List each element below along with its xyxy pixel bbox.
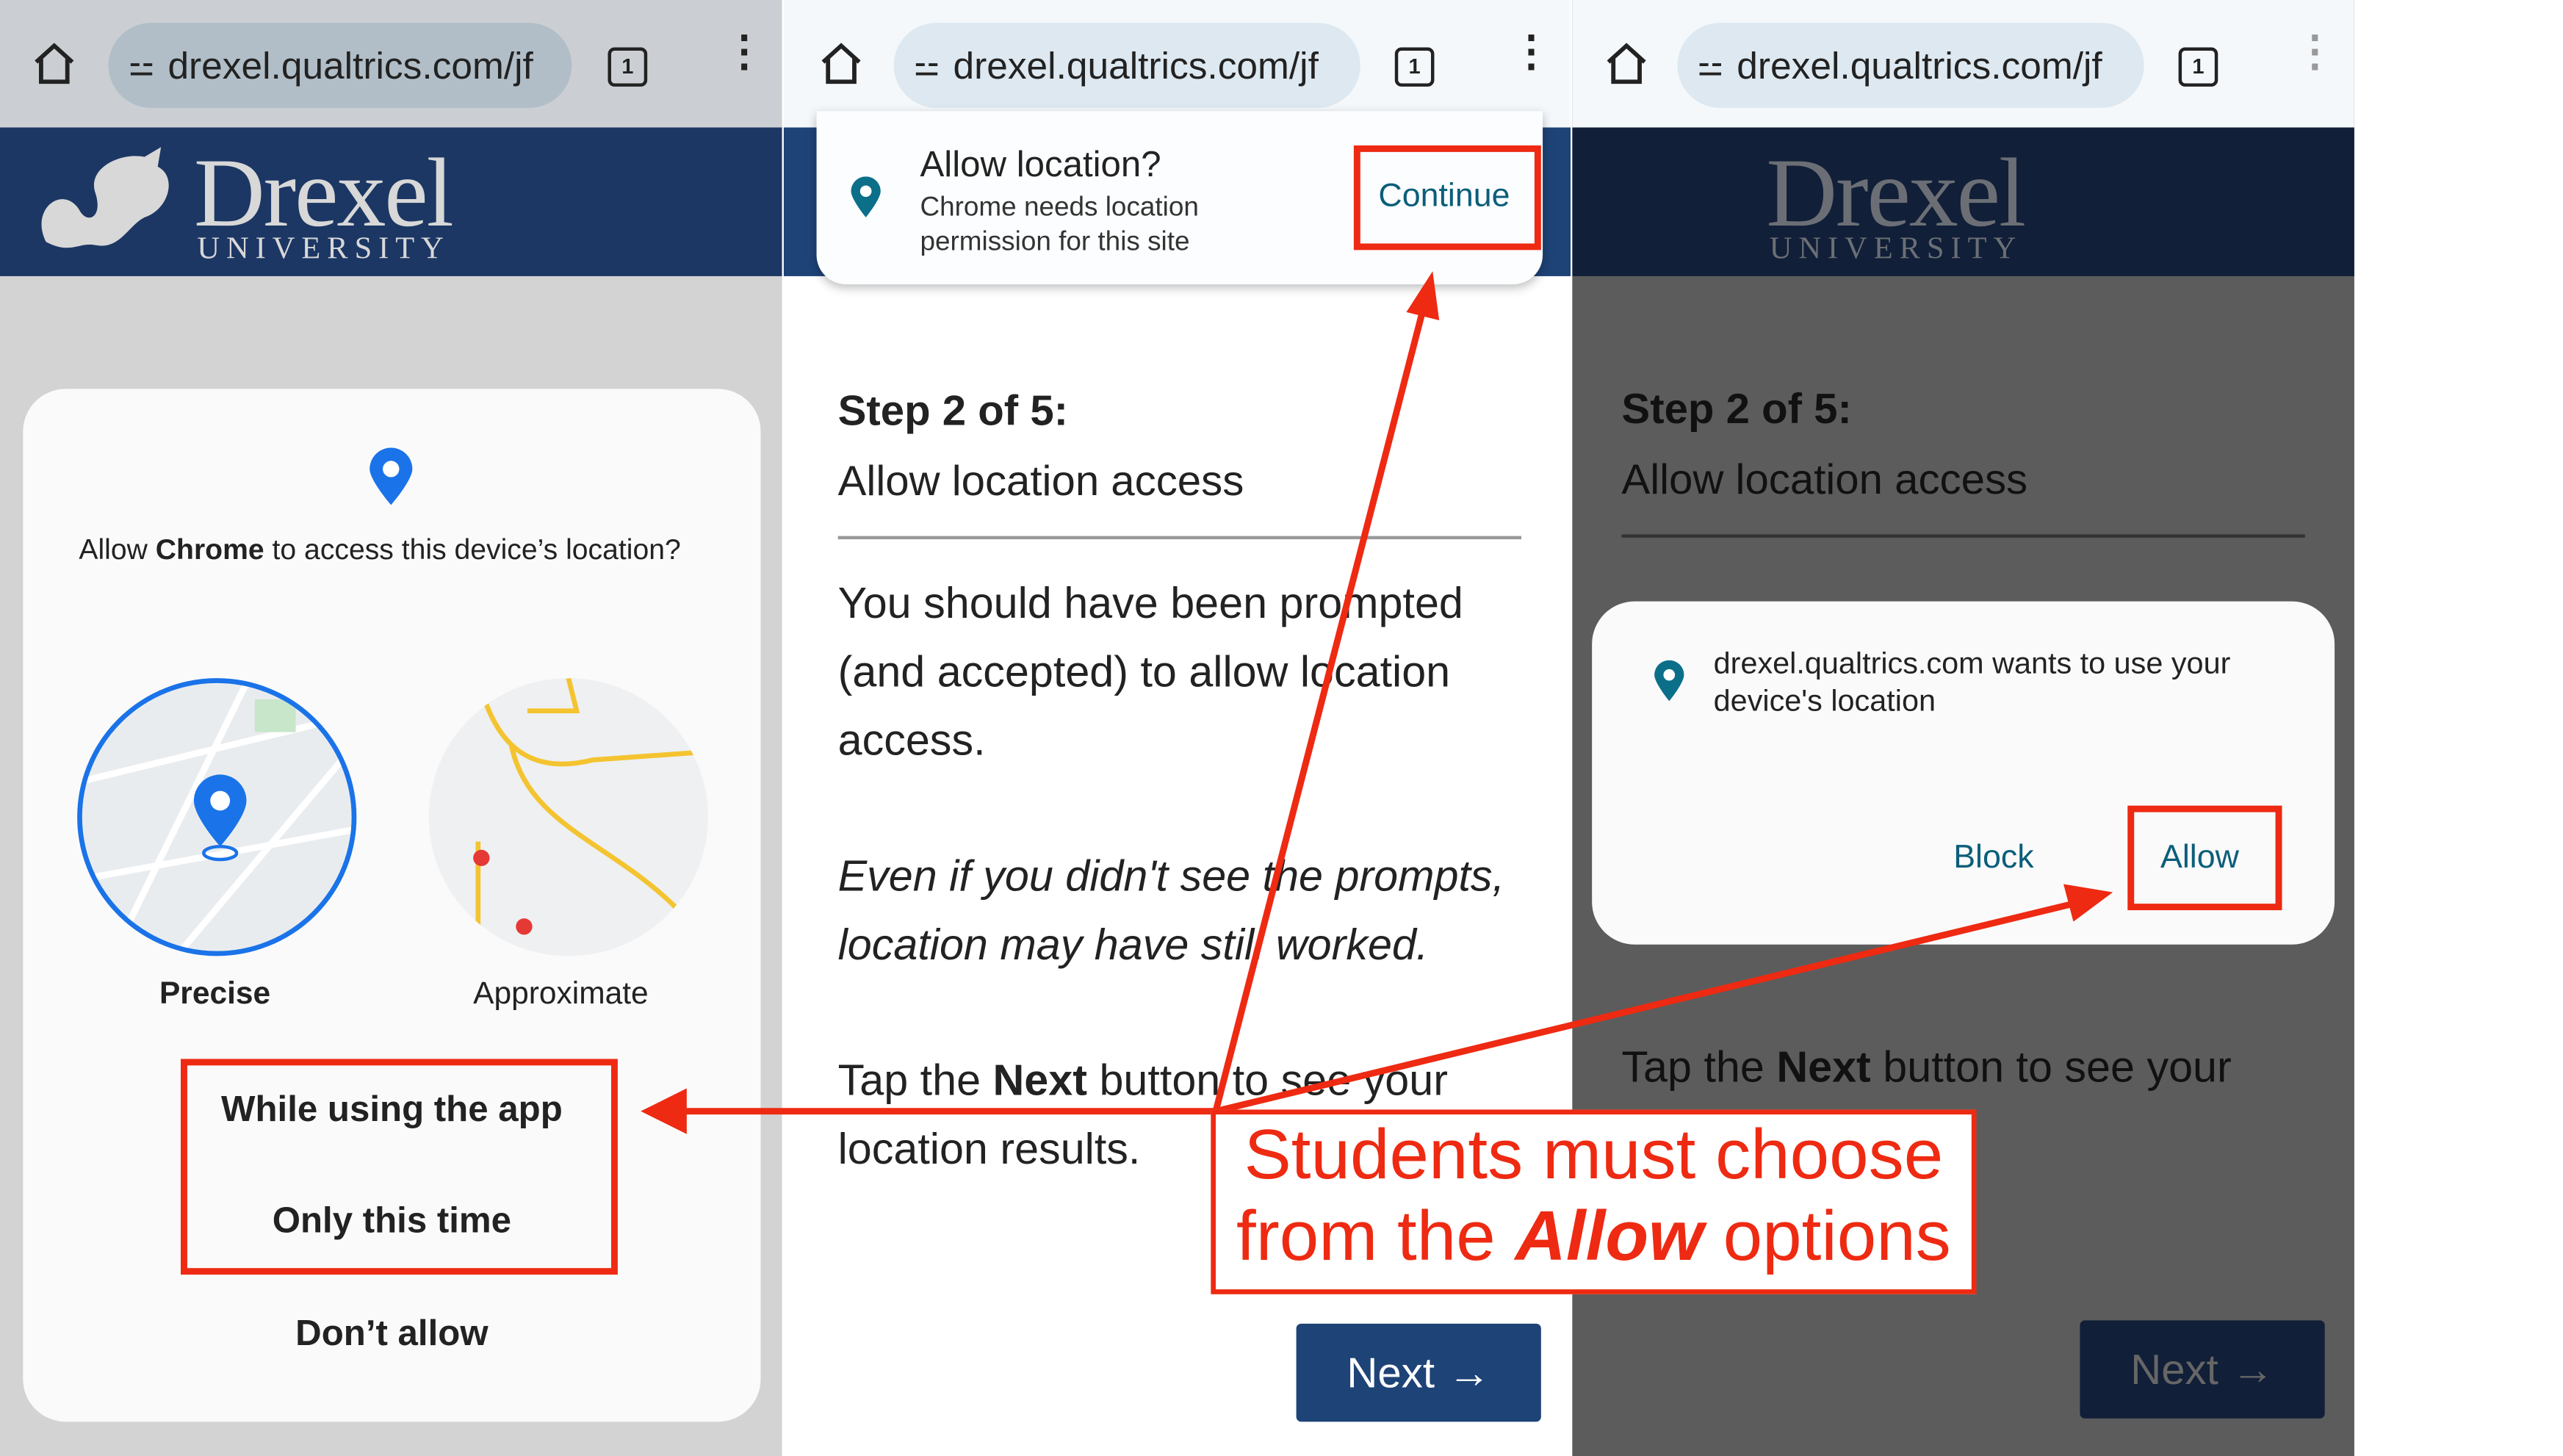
annotation-callout: Students must choose from the Allow opti… bbox=[1211, 1109, 1977, 1294]
arrowhead-left-icon bbox=[641, 1088, 687, 1134]
arrow-to-allow bbox=[1214, 900, 2074, 1114]
annotation-line1: Students must choose bbox=[1244, 1116, 1944, 1195]
arrow-to-continue bbox=[1212, 309, 1427, 1112]
arrowhead-up-icon bbox=[1406, 271, 1440, 321]
annotation-emphasis: Allow bbox=[1515, 1197, 1704, 1277]
annotation-line2: from the Allow options bbox=[1216, 1196, 1972, 1277]
arrowhead-right-icon bbox=[2063, 884, 2113, 922]
annotation-pre: from the bbox=[1236, 1197, 1515, 1277]
annotation-post: options bbox=[1703, 1197, 1951, 1277]
